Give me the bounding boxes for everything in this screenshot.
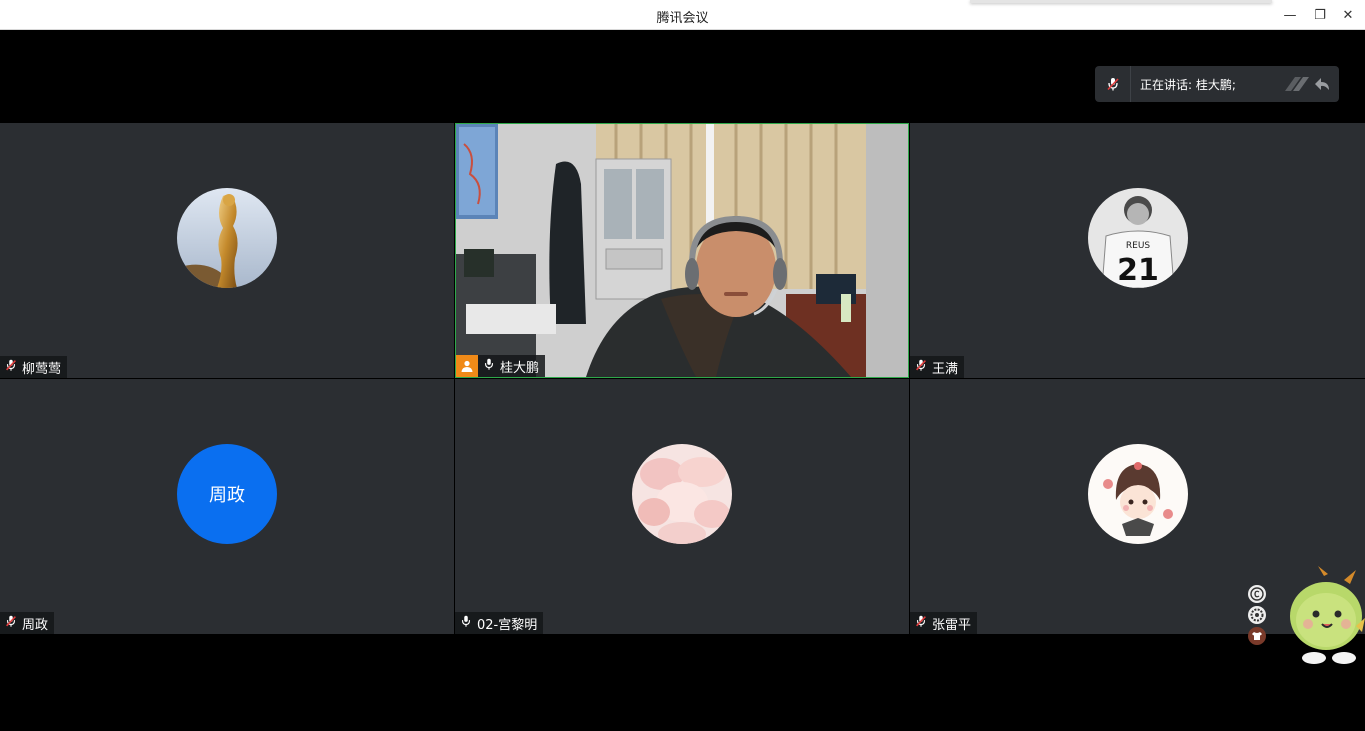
active-speaker-tile[interactable]: 桂大鹏 — [455, 123, 909, 378]
restore-button[interactable]: ❐ — [1310, 5, 1330, 25]
participant-name: 周政 — [22, 617, 49, 633]
speaking-text: 正在讲话: 桂大鹏; — [1140, 77, 1236, 92]
speaking-indicator[interactable]: 正在讲话: 桂大鹏; — [1095, 66, 1339, 102]
svg-text:REUS: REUS — [1125, 241, 1150, 251]
participant-name: 桂大鹏 — [500, 360, 540, 376]
participant-label: 桂大鹏 — [456, 355, 546, 377]
participant-label: 张雷平 — [910, 612, 978, 634]
pet-copyright-button[interactable] — [1248, 585, 1266, 603]
window-title: 腾讯会议 — [656, 11, 709, 26]
mic-muted-icon — [914, 358, 928, 376]
mic-icon — [482, 357, 496, 375]
participant-tile[interactable]: 周政 周政 — [0, 379, 454, 634]
minimize-icon: — — [1283, 7, 1297, 23]
video-grid: 柳莺莺 桂大鹏 REUS 21 王满 周政 周政 02-宫黎明 张雷平 — [0, 123, 1365, 634]
mic-icon — [459, 614, 473, 632]
host-icon — [456, 355, 478, 377]
video-feed — [456, 124, 908, 377]
avatar — [177, 188, 277, 288]
avatar: REUS 21 — [1087, 188, 1188, 288]
shirt-icon[interactable] — [1248, 627, 1266, 645]
participant-label: 周政 — [0, 612, 55, 634]
speaking-decoration — [1283, 73, 1331, 95]
mic-muted-icon — [4, 358, 18, 376]
popup-edge — [970, 0, 1272, 3]
avatar: 周政 — [177, 444, 277, 544]
participant-name: 王满 — [932, 361, 959, 377]
mic-muted-icon — [914, 614, 928, 632]
participant-label: 02-宫黎明 — [455, 612, 544, 634]
participant-name: 02-宫黎明 — [477, 617, 538, 633]
avatar — [632, 444, 732, 544]
close-button[interactable]: ✕ — [1338, 5, 1358, 25]
participant-name: 张雷平 — [932, 617, 972, 633]
minimize-button[interactable]: — — [1280, 5, 1300, 25]
avatar — [1087, 444, 1188, 544]
gear-icon[interactable] — [1248, 606, 1266, 624]
participant-label: 柳莺莺 — [0, 356, 68, 378]
svg-text:21: 21 — [1117, 253, 1159, 288]
title-bar: 腾讯会议 — ❐ ✕ — [0, 0, 1365, 30]
mic-muted-icon — [4, 614, 18, 632]
participant-tile[interactable]: 柳莺莺 — [0, 123, 454, 378]
restore-icon: ❐ — [1314, 7, 1326, 23]
participant-label: 王满 — [910, 356, 965, 378]
close-icon: ✕ — [1342, 7, 1354, 23]
participant-tile[interactable]: 02-宫黎明 — [455, 379, 909, 634]
participant-tile[interactable]: REUS 21 王满 — [910, 123, 1365, 378]
mic-muted-icon — [1095, 66, 1131, 102]
participant-name: 柳莺莺 — [22, 361, 62, 377]
pet-mascot[interactable] — [1284, 566, 1365, 666]
